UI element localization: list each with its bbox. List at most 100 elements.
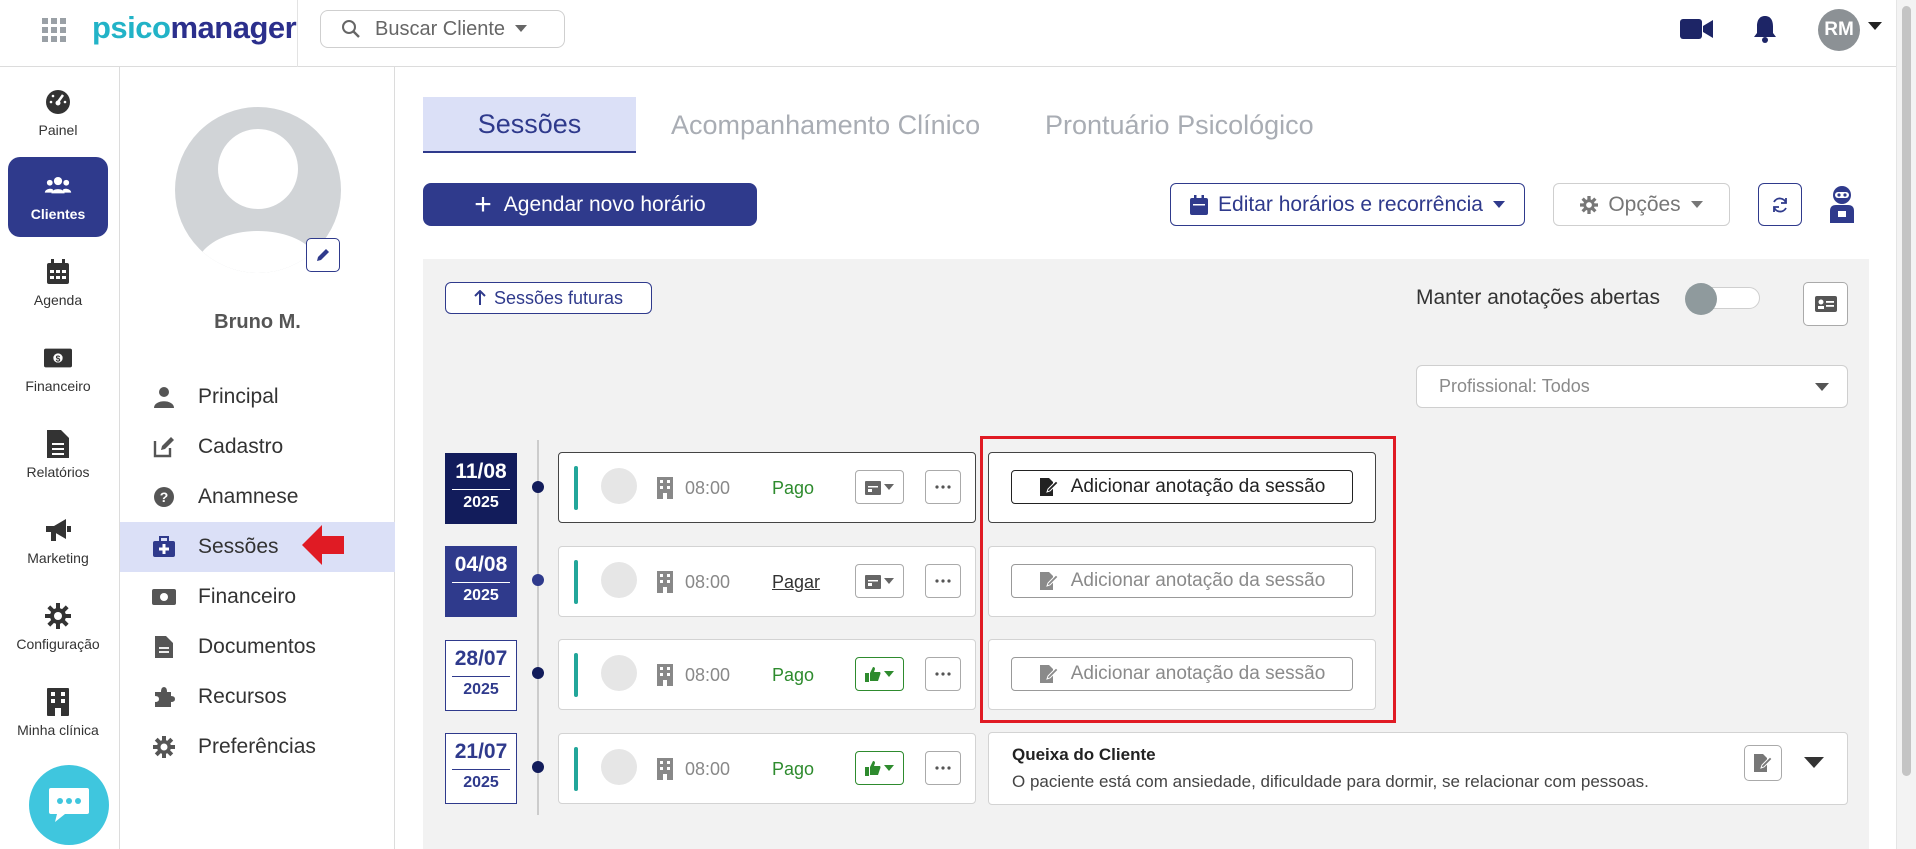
client-search[interactable]: Buscar Cliente bbox=[320, 10, 565, 48]
app-logo[interactable]: psicomanager bbox=[92, 10, 297, 46]
more-options-button[interactable] bbox=[925, 470, 961, 504]
tab-sessoes[interactable]: Sessões bbox=[423, 97, 636, 153]
edit-schedule-button[interactable]: Editar horários e recorrência bbox=[1170, 183, 1525, 226]
chevron-down-icon bbox=[1690, 200, 1703, 209]
document-icon bbox=[44, 430, 72, 458]
user-icon bbox=[152, 385, 176, 409]
session-time: 08:00 bbox=[685, 572, 731, 592]
main-nav-rail: Painel Clientes Agenda $ Financeiro Rela… bbox=[0, 67, 120, 849]
more-options-button[interactable] bbox=[925, 657, 961, 691]
edit-photo-button[interactable] bbox=[306, 238, 340, 272]
more-options-button[interactable] bbox=[925, 564, 961, 598]
rail-item-financeiro[interactable]: $ Financeiro bbox=[8, 329, 108, 409]
chat-icon bbox=[47, 786, 91, 824]
add-session-note-button[interactable]: Adicionar anotação da sessão bbox=[1011, 470, 1353, 504]
session-date: 11/08 2025 bbox=[445, 453, 517, 524]
support-chat-button[interactable] bbox=[29, 765, 109, 845]
add-session-note-button[interactable]: Adicionar anotação da sessão bbox=[1011, 657, 1353, 691]
svg-text:$: $ bbox=[56, 353, 61, 363]
payment-status[interactable]: Pago bbox=[772, 665, 814, 686]
menu-item-principal[interactable]: Principal bbox=[120, 372, 395, 422]
toggle-knob bbox=[1685, 283, 1717, 315]
more-options-button[interactable] bbox=[925, 751, 961, 785]
session-note-card: Adicionar anotação da sessão bbox=[988, 452, 1376, 523]
chevron-down-icon bbox=[1492, 200, 1505, 209]
client-menu: Principal Cadastro ? Anamnese Sessões Fi… bbox=[120, 372, 395, 772]
gear-icon bbox=[1580, 195, 1599, 214]
tab-prontuario-psicologico[interactable]: Prontuário Psicológico bbox=[1045, 97, 1314, 153]
menu-item-recursos[interactable]: Recursos bbox=[120, 672, 395, 722]
status-bar bbox=[574, 560, 578, 604]
chevron-down-icon[interactable] bbox=[1868, 22, 1882, 31]
building-icon bbox=[44, 688, 72, 716]
search-placeholder: Buscar Cliente bbox=[375, 17, 506, 40]
menu-item-documentos[interactable]: Documentos bbox=[120, 622, 395, 672]
id-card-button[interactable] bbox=[1803, 282, 1848, 326]
menu-item-preferencias[interactable]: Preferências bbox=[120, 722, 395, 772]
users-icon bbox=[44, 172, 72, 200]
tab-acompanhamento-clinico[interactable]: Acompanhamento Clínico bbox=[671, 97, 980, 153]
ellipsis-icon bbox=[935, 579, 951, 583]
calendar-icon bbox=[865, 479, 881, 495]
menu-item-cadastro[interactable]: Cadastro bbox=[120, 422, 395, 472]
menu-item-anamnese[interactable]: ? Anamnese bbox=[120, 472, 395, 522]
menu-item-sessoes[interactable]: Sessões bbox=[120, 522, 395, 572]
rail-item-relatorios[interactable]: Relatórios bbox=[8, 415, 108, 495]
apps-grid-icon[interactable] bbox=[42, 18, 66, 42]
edit-note-button[interactable] bbox=[1744, 745, 1782, 781]
thumbs-up-icon bbox=[865, 666, 881, 682]
timeline-dot bbox=[532, 761, 544, 773]
add-session-note-button[interactable]: Adicionar anotação da sessão bbox=[1011, 564, 1353, 598]
session-note-card: Adicionar anotação da sessão bbox=[988, 546, 1376, 617]
top-bar: psicomanager Buscar Cliente RM bbox=[0, 0, 1896, 67]
new-appointment-button[interactable]: + Agendar novo horário bbox=[423, 183, 757, 226]
payment-status[interactable]: Pago bbox=[772, 759, 814, 780]
gauge-icon bbox=[44, 88, 72, 116]
building-icon bbox=[657, 477, 673, 499]
attendance-dropdown[interactable] bbox=[855, 751, 904, 785]
note-edit-icon bbox=[1039, 477, 1059, 497]
rail-item-agenda[interactable]: Agenda bbox=[8, 243, 108, 323]
professional-avatar bbox=[601, 562, 637, 598]
rail-item-minha-clinica[interactable]: Minha clínica bbox=[8, 673, 108, 753]
rail-item-clientes[interactable]: Clientes bbox=[8, 157, 108, 237]
timeline-line bbox=[537, 440, 539, 815]
rail-item-painel[interactable]: Painel bbox=[8, 73, 108, 153]
scrollbar-thumb[interactable] bbox=[1902, 6, 1911, 776]
options-dropdown[interactable]: Opções bbox=[1553, 183, 1730, 226]
refresh-button[interactable] bbox=[1758, 183, 1802, 226]
user-avatar[interactable]: RM bbox=[1818, 9, 1860, 51]
chevron-down-icon bbox=[515, 25, 528, 33]
keep-notes-open-toggle[interactable] bbox=[1685, 283, 1760, 315]
question-icon: ? bbox=[152, 485, 176, 509]
session-card[interactable]: 08:00 Pagar bbox=[558, 546, 976, 617]
pay-link[interactable]: Pagar bbox=[772, 572, 820, 593]
page-scrollbar[interactable] bbox=[1896, 0, 1916, 849]
divider bbox=[297, 0, 298, 67]
session-card[interactable]: 08:00 Pago bbox=[558, 452, 976, 523]
rail-item-configuracao[interactable]: Configuração bbox=[8, 587, 108, 667]
future-sessions-button[interactable]: Sessões futuras bbox=[445, 282, 652, 314]
rail-item-marketing[interactable]: Marketing bbox=[8, 501, 108, 581]
bell-icon[interactable] bbox=[1752, 14, 1778, 44]
ellipsis-icon bbox=[935, 766, 951, 770]
session-card[interactable]: 08:00 Pago bbox=[558, 733, 976, 804]
professional-avatar bbox=[601, 749, 637, 785]
attendance-dropdown[interactable] bbox=[855, 470, 904, 504]
pencil-icon bbox=[315, 247, 331, 263]
complaint-text: O paciente está com ansiedade, dificulda… bbox=[1012, 772, 1649, 791]
professional-filter-select[interactable]: Profissional: Todos bbox=[1416, 365, 1848, 408]
attendance-dropdown[interactable] bbox=[855, 564, 904, 598]
attendance-dropdown[interactable] bbox=[855, 657, 904, 691]
assistant-robot-icon[interactable] bbox=[1827, 185, 1857, 223]
payment-status[interactable]: Pago bbox=[772, 478, 814, 499]
document-icon bbox=[152, 635, 176, 659]
menu-item-financeiro[interactable]: Financeiro bbox=[120, 572, 395, 622]
client-name: Bruno M. bbox=[214, 311, 301, 333]
chevron-down-icon[interactable] bbox=[1804, 757, 1824, 769]
svg-text:?: ? bbox=[160, 489, 169, 505]
money-icon: $ bbox=[44, 344, 72, 372]
video-camera-icon[interactable] bbox=[1680, 17, 1714, 41]
session-card[interactable]: 08:00 Pago bbox=[558, 639, 976, 710]
chevron-down-icon bbox=[884, 765, 894, 771]
